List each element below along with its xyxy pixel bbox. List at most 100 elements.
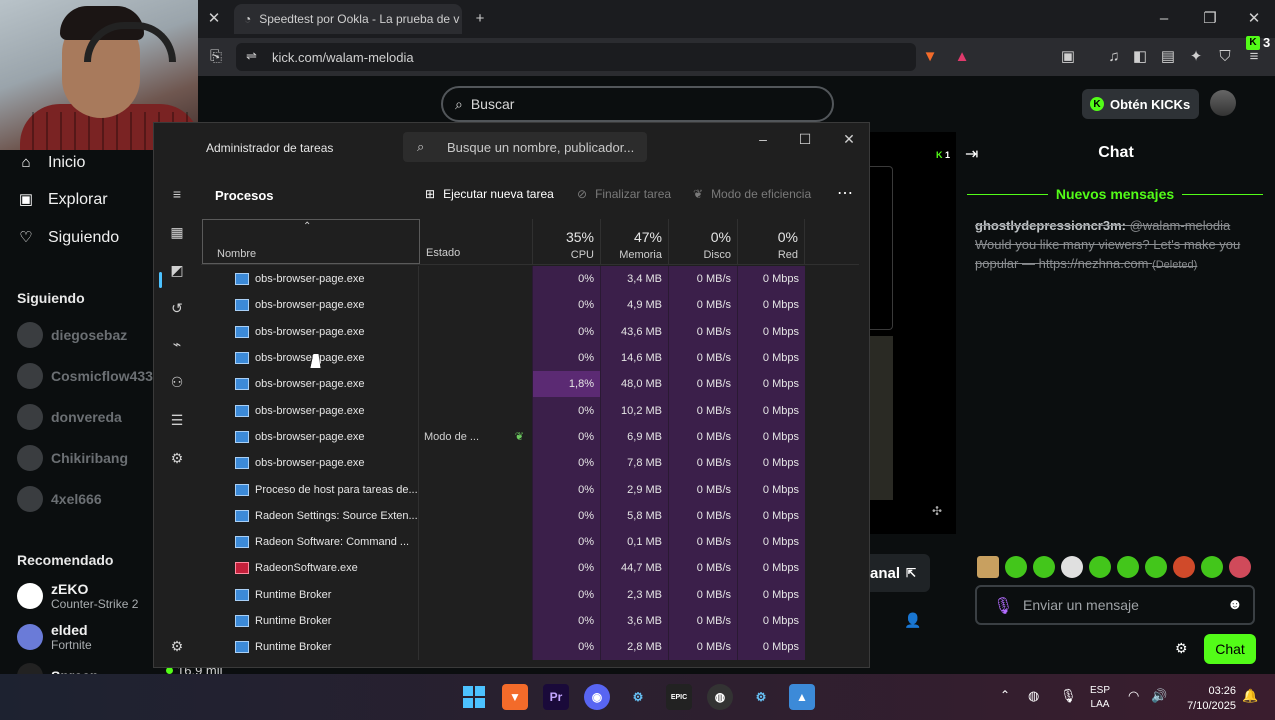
close-tab-icon[interactable]: ✕ (204, 9, 224, 29)
windows-start-icon[interactable] (461, 684, 487, 710)
efficiency-mode-button[interactable]: ❦ Modo de eficiencia (693, 187, 811, 201)
users-icon[interactable]: ⚇ (168, 373, 186, 391)
emote-icon[interactable] (1033, 556, 1055, 578)
column-memory[interactable]: 47% Memoria (600, 219, 668, 265)
settings-icon[interactable]: ⚙ (168, 637, 186, 655)
table-row[interactable]: obs-browser-page.exe 0% 43,6 MB 0 MB/s 0 Mbp… (201, 318, 859, 345)
table-row[interactable]: obs-browser-page.exe 0% 4,9 MB 0 MB/s 0 Mbps (201, 292, 859, 319)
startup-apps-icon[interactable]: ⌁ (168, 335, 186, 353)
maximize-icon[interactable]: ❐ (1200, 9, 1220, 29)
bookmark-icon[interactable]: ⎘ (206, 47, 226, 67)
obs-icon[interactable]: ◍ (707, 684, 733, 710)
vpn-icon[interactable]: ⛉ (1215, 47, 1235, 67)
emote-icon[interactable] (1173, 556, 1195, 578)
volume-icon[interactable]: 🔊 (1151, 688, 1167, 704)
performance-icon[interactable]: ◩ (168, 261, 186, 279)
table-row[interactable]: RadeonSoftware.exe 0% 44,7 MB 0 MB/s 0 Mbps (201, 555, 859, 582)
following-item[interactable]: Chikiribang (17, 445, 128, 471)
following-item[interactable]: 4xel666 (17, 486, 102, 512)
steam-tray-icon[interactable]: ◍ (1028, 688, 1039, 704)
minimize-icon[interactable]: – (743, 127, 783, 151)
minimize-icon[interactable]: – (1154, 9, 1174, 29)
close-window-icon[interactable]: ✕ (1244, 9, 1264, 29)
recommended-item[interactable]: zEKO Counter-Strike 2 (17, 581, 138, 611)
table-row[interactable]: obs-browser-page.exe 1,8% 48,0 MB 0 MB/s 0 M… (201, 371, 859, 398)
column-status[interactable]: Estado (420, 219, 533, 265)
table-row[interactable]: Radeon Settings: Source Exten... 0% 5,8 MB… (201, 502, 859, 529)
table-row[interactable]: obs-browser-page.exe 0% 10,2 MB 0 MB/s 0 Mbp… (201, 397, 859, 424)
table-row[interactable]: Runtime Broker 0% 3,6 MB 0 MB/s 0 Mbps (201, 607, 859, 635)
language-indicator[interactable]: ESP LAA (1090, 684, 1110, 712)
table-row[interactable]: Proceso de host para tareas de... 0% 2,9 M… (201, 476, 859, 503)
chat-settings-icon[interactable]: ⚙ (1175, 640, 1188, 657)
nav-inicio[interactable]: ⌂ Inicio (18, 154, 85, 172)
column-disk[interactable]: 0% Disco (668, 219, 737, 265)
kick-extension-icon[interactable]: K (1246, 36, 1260, 50)
processes-icon[interactable]: ▦ (168, 223, 186, 241)
address-bar[interactable]: ⇌ kick.com/walam-melodia (236, 43, 916, 71)
wifi-icon[interactable]: ◠ (1128, 688, 1139, 704)
menu-icon[interactable]: ≡ (1244, 47, 1264, 67)
chat-send-button[interactable]: Chat (1204, 634, 1256, 664)
music-icon[interactable]: ♫ (1104, 47, 1124, 67)
table-row[interactable]: Runtime Broker 0% 2,8 MB 0 MB/s 0 Mbps (201, 634, 859, 661)
column-name[interactable]: ⌃ Nombre (202, 219, 420, 264)
emoji-icon[interactable]: ☻ (1227, 596, 1243, 613)
steam-icon[interactable]: ⚙ (625, 684, 651, 710)
column-network[interactable]: 0% Red (737, 219, 805, 265)
task-manager-search[interactable]: ⌕ Busque un nombre, publicador... (403, 132, 647, 162)
emote-icon[interactable] (1061, 556, 1083, 578)
microphone-icon[interactable]: 🎙 (993, 596, 1013, 616)
add-user-icon[interactable]: 👤 (904, 612, 921, 629)
epic-games-icon[interactable]: EPIC (666, 684, 692, 710)
more-options-icon[interactable]: ⋯ (837, 183, 853, 203)
services-icon[interactable]: ⚙ (168, 449, 186, 467)
show-hidden-icons-icon[interactable]: ⌃ (1000, 688, 1010, 702)
table-row[interactable]: obs-browser-page.exe 0% 3,4 MB 0 MB/s 0 Mbps (201, 266, 859, 293)
premiere-pro-icon[interactable]: Pr (543, 684, 569, 710)
steam-icon[interactable]: ⚙ (748, 684, 774, 710)
sidebar-icon[interactable]: ◧ (1130, 47, 1150, 67)
column-cpu[interactable]: 35% CPU (532, 219, 600, 265)
video-player[interactable]: K 1 ✣ (866, 132, 956, 534)
discord-icon[interactable]: ◉ (584, 684, 610, 710)
site-settings-icon[interactable]: ⇌ (246, 48, 257, 64)
wallet-icon[interactable]: ▤ (1158, 47, 1178, 67)
emote-icon[interactable] (1089, 556, 1111, 578)
app-history-icon[interactable]: ↺ (168, 299, 186, 317)
reader-icon[interactable]: ▣ (1058, 47, 1078, 67)
table-row[interactable]: Runtime Broker 0% 2,3 MB 0 MB/s 0 Mbps (201, 581, 859, 608)
brave-rewards-icon[interactable]: ▲ (952, 47, 972, 67)
following-item[interactable]: Cosmicflow433 (17, 363, 153, 389)
microphone-tray-icon[interactable]: 🎙 (1060, 688, 1077, 704)
table-row[interactable]: Radeon Software: Command ... 0% 0,1 MB 0 MB… (201, 528, 859, 556)
hamburger-icon[interactable]: ≡ (168, 185, 186, 203)
new-tab-icon[interactable]: + (470, 9, 490, 29)
search-input[interactable]: ⌕ Buscar (441, 86, 834, 122)
run-new-task-button[interactable]: ⊞ Ejecutar nueva tarea (425, 187, 554, 201)
system-clock[interactable]: 03:26 7/10/2025 (1180, 684, 1236, 714)
emote-icon[interactable] (1117, 556, 1139, 578)
table-row[interactable]: obs-browser-page.exe 0% 7,8 MB 0 MB/s 0 Mbps (201, 450, 859, 477)
nav-explorar[interactable]: ▣ Explorar (18, 191, 108, 209)
following-item[interactable]: donvereda (17, 404, 122, 430)
details-icon[interactable]: ☰ (168, 411, 186, 429)
chat-username[interactable]: ghostlydepressioncr3m: (975, 218, 1126, 233)
get-kicks-button[interactable]: K Obtén KICKs (1082, 89, 1199, 119)
emote-icon[interactable] (1229, 556, 1251, 578)
emote-icon[interactable] (1145, 556, 1167, 578)
user-avatar[interactable] (1210, 90, 1236, 116)
fullscreen-icon[interactable]: ✣ (932, 504, 942, 518)
table-row[interactable]: obs-browser-page.exe 0% 14,6 MB 0 MB/s 0 Mbp… (201, 344, 859, 372)
channel-button[interactable]: anal ⇱ (862, 554, 930, 592)
emote-icon[interactable] (1201, 556, 1223, 578)
emote-icon[interactable] (1005, 556, 1027, 578)
brave-shields-icon[interactable]: ▼ (920, 47, 940, 67)
new-messages-divider[interactable]: Nuevos mensajes (967, 186, 1264, 202)
emote-icon[interactable] (977, 556, 999, 578)
nav-siguiendo[interactable]: ♡ Siguiendo (18, 229, 119, 247)
brave-browser-icon[interactable]: ▼ (502, 684, 528, 710)
leo-ai-icon[interactable]: ✦ (1186, 47, 1206, 67)
end-task-button[interactable]: ⊘ Finalizar tarea (577, 187, 671, 201)
chat-message-input[interactable]: 🎙 Enviar un mensaje ☻ (975, 585, 1255, 625)
